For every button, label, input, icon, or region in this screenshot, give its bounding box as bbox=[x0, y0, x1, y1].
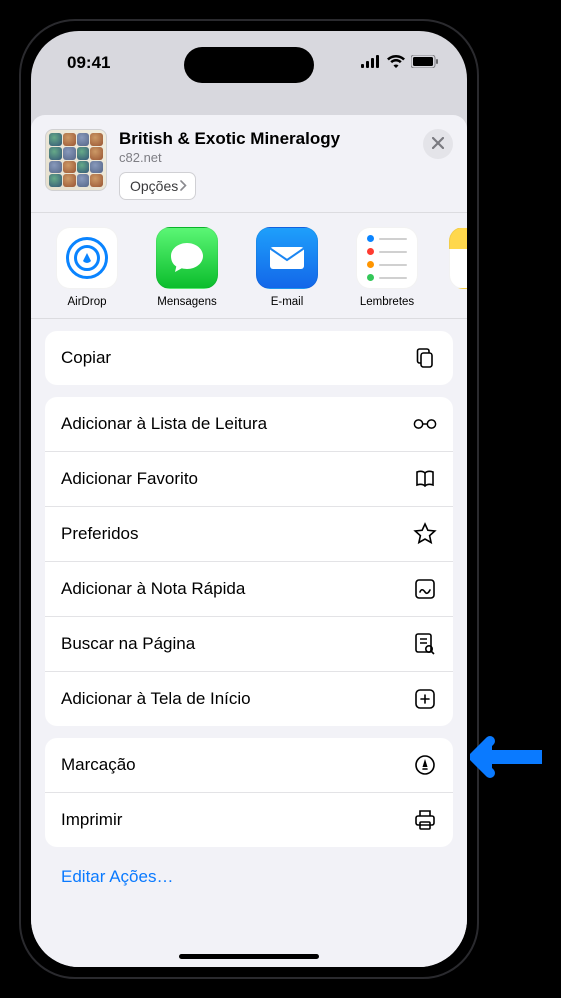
page-domain: c82.net bbox=[119, 150, 411, 165]
app-reminders[interactable]: Lembretes bbox=[349, 227, 425, 308]
app-mail[interactable]: E-mail bbox=[249, 227, 325, 308]
wifi-icon bbox=[387, 53, 405, 73]
action-label: Copiar bbox=[61, 348, 111, 368]
edit-actions-link[interactable]: Editar Ações… bbox=[31, 859, 467, 911]
action-label: Buscar na Página bbox=[61, 634, 195, 654]
messages-icon bbox=[156, 227, 218, 289]
status-time: 09:41 bbox=[67, 53, 110, 73]
book-icon bbox=[413, 467, 437, 491]
action-label: Preferidos bbox=[61, 524, 138, 544]
copy-icon bbox=[413, 346, 437, 370]
action-label: Adicionar à Tela de Início bbox=[61, 689, 251, 709]
dynamic-island bbox=[184, 47, 314, 83]
callout-arrow-icon bbox=[470, 735, 542, 779]
options-button[interactable]: Opções bbox=[119, 172, 196, 200]
share-header: British & Exotic Mineralogy c82.net Opçõ… bbox=[31, 115, 467, 213]
action-reading-list[interactable]: Adicionar à Lista de Leitura bbox=[45, 397, 453, 452]
action-label: Imprimir bbox=[61, 810, 122, 830]
action-group-main: Adicionar à Lista de Leitura Adicionar F… bbox=[45, 397, 453, 726]
app-label: AirDrop bbox=[68, 296, 107, 308]
markup-icon bbox=[413, 753, 437, 777]
quick-note-icon bbox=[413, 577, 437, 601]
app-label: Lembretes bbox=[360, 296, 414, 308]
close-button[interactable] bbox=[423, 129, 453, 159]
app-label: Mensagens bbox=[157, 296, 216, 308]
reminders-icon bbox=[356, 227, 418, 289]
cellular-icon bbox=[361, 53, 381, 73]
action-group-copy: Copiar bbox=[45, 331, 453, 385]
home-indicator[interactable] bbox=[179, 954, 319, 959]
action-bookmark[interactable]: Adicionar Favorito bbox=[45, 452, 453, 507]
printer-icon bbox=[413, 808, 437, 832]
mail-icon bbox=[256, 227, 318, 289]
find-icon bbox=[413, 632, 437, 656]
close-icon bbox=[432, 134, 444, 154]
glasses-icon bbox=[413, 412, 437, 436]
app-notes[interactable] bbox=[449, 227, 467, 308]
share-apps-row[interactable]: AirDrop Mensagens E-mail bbox=[31, 213, 467, 319]
options-label: Opções bbox=[130, 178, 178, 194]
action-label: Adicionar à Lista de Leitura bbox=[61, 414, 267, 434]
battery-icon bbox=[411, 53, 439, 73]
action-quick-note[interactable]: Adicionar à Nota Rápida bbox=[45, 562, 453, 617]
page-thumbnail bbox=[45, 129, 107, 191]
action-label: Adicionar à Nota Rápida bbox=[61, 579, 245, 599]
action-print[interactable]: Imprimir bbox=[45, 793, 453, 847]
action-home-screen[interactable]: Adicionar à Tela de Início bbox=[45, 672, 453, 726]
app-messages[interactable]: Mensagens bbox=[149, 227, 225, 308]
share-sheet: British & Exotic Mineralogy c82.net Opçõ… bbox=[31, 115, 467, 967]
action-group-extra: Marcação Imprimir bbox=[45, 738, 453, 847]
action-copy[interactable]: Copiar bbox=[45, 331, 453, 385]
airdrop-icon bbox=[66, 237, 108, 279]
action-label: Adicionar Favorito bbox=[61, 469, 198, 489]
action-markup[interactable]: Marcação bbox=[45, 738, 453, 793]
plus-square-icon bbox=[413, 687, 437, 711]
action-label: Marcação bbox=[61, 755, 136, 775]
star-icon bbox=[413, 522, 437, 546]
action-find[interactable]: Buscar na Página bbox=[45, 617, 453, 672]
page-title: British & Exotic Mineralogy bbox=[119, 129, 411, 149]
notes-icon bbox=[449, 227, 467, 289]
app-label: E-mail bbox=[271, 296, 304, 308]
app-airdrop[interactable]: AirDrop bbox=[49, 227, 125, 308]
phone-frame: 09:41 bbox=[19, 19, 479, 979]
action-favorites[interactable]: Preferidos bbox=[45, 507, 453, 562]
chevron-right-icon bbox=[180, 178, 187, 194]
phone-screen: 09:41 bbox=[31, 31, 467, 967]
